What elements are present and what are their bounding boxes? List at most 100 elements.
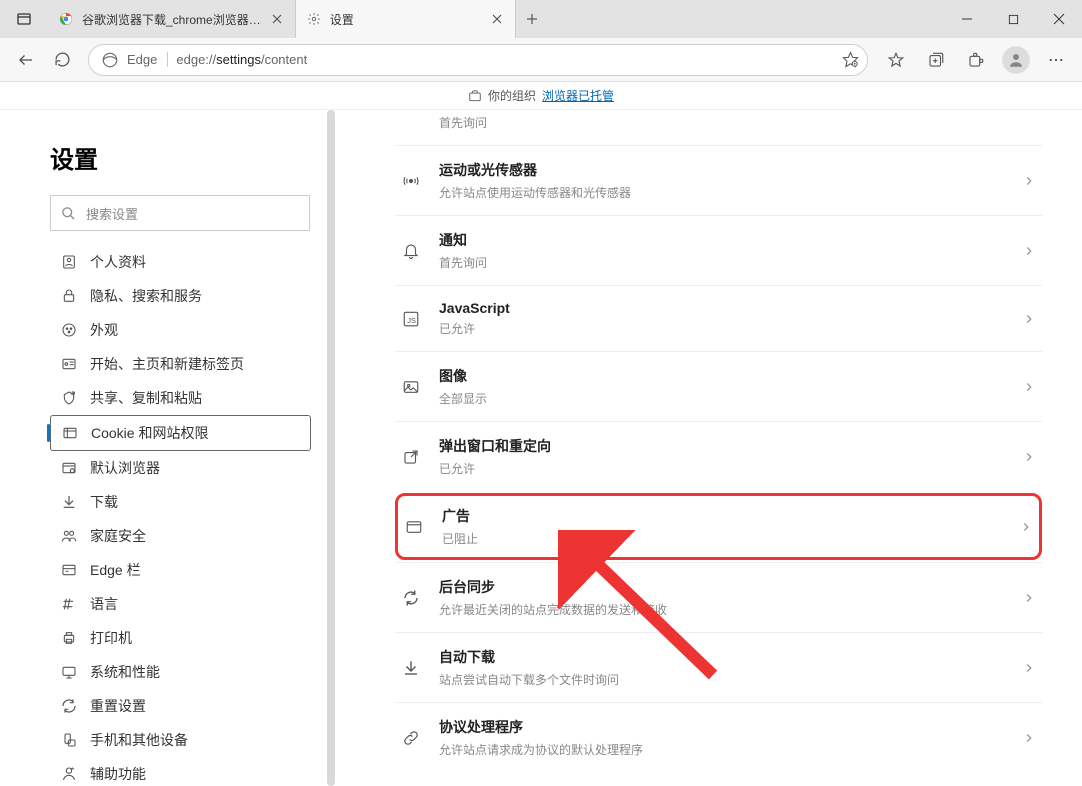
profile-avatar[interactable]	[998, 42, 1034, 78]
setting-item-0[interactable]: 首先询问	[395, 110, 1042, 145]
banner-text: 你的组织	[488, 87, 536, 104]
window-controls	[944, 0, 1082, 38]
search-icon	[61, 206, 76, 221]
download-icon	[401, 658, 421, 678]
sidebar-item-13[interactable]: 重置设置	[50, 689, 311, 723]
maximize-button[interactable]	[990, 0, 1036, 38]
setting-item-protocol[interactable]: 协议处理程序允许站点请求成为协议的默认处理程序	[395, 702, 1042, 772]
setting-item-js[interactable]: JSJavaScript已允许	[395, 285, 1042, 351]
sidebar-item-9[interactable]: Edge 栏	[50, 553, 311, 587]
sidebar-item-7[interactable]: 下载	[50, 485, 311, 519]
setting-item-sensor[interactable]: 运动或光传感器允许站点使用运动传感器和光传感器	[395, 145, 1042, 215]
sidebar-item-10[interactable]: 语言	[50, 587, 311, 621]
tab-label: 设置	[330, 11, 481, 28]
protocol-icon	[401, 728, 421, 748]
search-input[interactable]: 搜索设置	[50, 195, 310, 231]
sidebar-title: 设置	[50, 140, 311, 175]
setting-title: 通知	[439, 230, 1004, 250]
sidebar-scrollbar[interactable]	[327, 110, 335, 786]
close-icon[interactable]	[269, 11, 285, 27]
nav-icon	[60, 595, 78, 613]
nav-icon	[60, 527, 78, 545]
url-text: edge://settings/content	[176, 52, 307, 67]
setting-item-popup[interactable]: 弹出窗口和重定向已允许	[395, 421, 1042, 491]
close-icon[interactable]	[489, 11, 505, 27]
sidebar-item-15[interactable]: 辅助功能	[50, 757, 311, 786]
tab-overview-button[interactable]	[0, 0, 48, 38]
setting-title: JavaScript	[439, 300, 1004, 316]
nav-label: 家庭安全	[90, 526, 146, 546]
tab-chrome-download[interactable]: 谷歌浏览器下载_chrome浏览器…	[48, 0, 296, 38]
refresh-button[interactable]	[44, 42, 80, 78]
banner-link[interactable]: 浏览器已托管	[542, 87, 614, 104]
titlebar: 谷歌浏览器下载_chrome浏览器… 设置	[0, 0, 1082, 38]
setting-item-sync[interactable]: 后台同步允许最近关闭的站点完成数据的发送和接收	[395, 562, 1042, 632]
nav-label: 语言	[90, 594, 118, 614]
sidebar-item-8[interactable]: 家庭安全	[50, 519, 311, 553]
sidebar-item-11[interactable]: 打印机	[50, 621, 311, 655]
nav-label: 手机和其他设备	[90, 730, 188, 750]
nav-icon	[60, 697, 78, 715]
setting-item-bell[interactable]: 通知首先询问	[395, 215, 1042, 285]
toolbar: Edge edge://settings/content	[0, 38, 1082, 82]
main-area: 设置 搜索设置 个人资料隐私、搜索和服务外观开始、主页和新建标签页共享、复制和粘…	[0, 110, 1082, 786]
sidebar-item-4[interactable]: 共享、复制和粘贴	[50, 381, 311, 415]
sidebar-item-12[interactable]: 系统和性能	[50, 655, 311, 689]
setting-title: 自动下载	[439, 647, 1004, 667]
setting-sub: 全部显示	[439, 390, 1004, 407]
edge-icon	[101, 51, 119, 69]
setting-sub: 站点尝试自动下载多个文件时询问	[439, 671, 1004, 688]
chevron-right-icon	[1019, 520, 1033, 534]
setting-title: 运动或光传感器	[439, 160, 1004, 180]
nav-icon	[60, 629, 78, 647]
nav-icon	[60, 389, 78, 407]
favorite-button[interactable]	[832, 42, 868, 78]
nav-label: Edge 栏	[90, 560, 141, 580]
tab-settings[interactable]: 设置	[296, 0, 516, 38]
sidebar-item-5[interactable]: Cookie 和网站权限	[50, 415, 311, 451]
minimize-button[interactable]	[944, 0, 990, 38]
back-button[interactable]	[8, 42, 44, 78]
ad-icon	[404, 517, 424, 537]
chevron-right-icon	[1022, 312, 1036, 326]
new-tab-button[interactable]	[516, 0, 548, 38]
more-icon[interactable]	[1038, 42, 1074, 78]
setting-title: 广告	[442, 506, 1001, 526]
sidebar-item-6[interactable]: 默认浏览器	[50, 451, 311, 485]
sidebar-item-14[interactable]: 手机和其他设备	[50, 723, 311, 757]
js-icon: JS	[401, 309, 421, 329]
sidebar-item-1[interactable]: 隐私、搜索和服务	[50, 279, 311, 313]
nav-icon	[60, 561, 78, 579]
favorites-icon[interactable]	[878, 42, 914, 78]
nav-icon	[60, 663, 78, 681]
nav-label: Cookie 和网站权限	[91, 423, 208, 443]
setting-item-download[interactable]: 自动下载站点尝试自动下载多个文件时询问	[395, 632, 1042, 702]
bell-icon	[401, 241, 421, 261]
setting-title: 协议处理程序	[439, 717, 1004, 737]
nav-icon	[60, 731, 78, 749]
nav-label: 辅助功能	[90, 764, 146, 784]
setting-title: 图像	[439, 366, 1004, 386]
sidebar-item-2[interactable]: 外观	[50, 313, 311, 347]
collections-icon[interactable]	[918, 42, 954, 78]
sidebar-item-3[interactable]: 开始、主页和新建标签页	[50, 347, 311, 381]
search-placeholder: 搜索设置	[86, 204, 138, 223]
nav-label: 重置设置	[90, 696, 146, 716]
briefcase-icon	[468, 89, 482, 103]
address-bar[interactable]: Edge edge://settings/content	[88, 44, 868, 76]
setting-sub: 允许站点请求成为协议的默认处理程序	[439, 741, 1004, 758]
nav-icon	[60, 253, 78, 271]
extensions-icon[interactable]	[958, 42, 994, 78]
setting-item-ad[interactable]: 广告已阻止	[395, 493, 1042, 560]
nav-label: 下载	[90, 492, 118, 512]
nav-icon	[60, 355, 78, 373]
close-window-button[interactable]	[1036, 0, 1082, 38]
nav-label: 系统和性能	[90, 662, 160, 682]
setting-item-image[interactable]: 图像全部显示	[395, 351, 1042, 421]
gear-icon	[306, 11, 322, 27]
setting-sub: 允许最近关闭的站点完成数据的发送和接收	[439, 601, 1004, 618]
chevron-right-icon	[1022, 380, 1036, 394]
sidebar-item-0[interactable]: 个人资料	[50, 245, 311, 279]
nav-icon	[61, 424, 79, 442]
popup-icon	[401, 447, 421, 467]
